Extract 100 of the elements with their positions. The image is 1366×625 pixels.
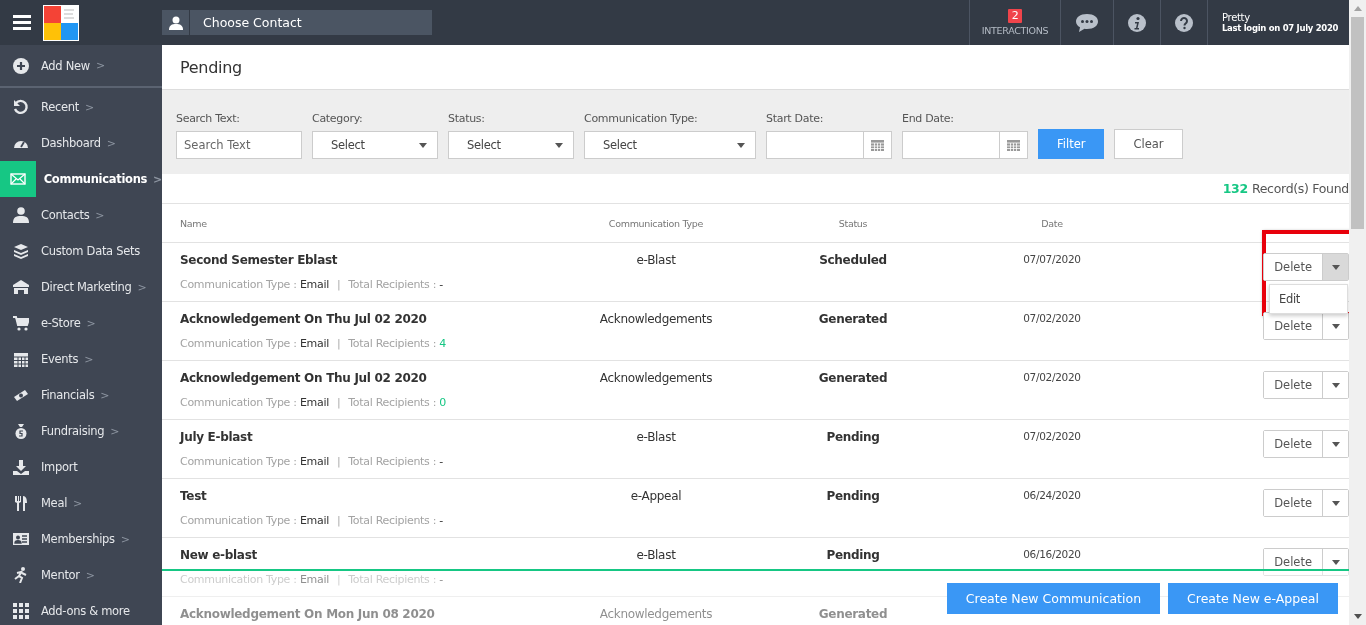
dropdown-toggle[interactable] bbox=[1323, 254, 1348, 280]
field-value: 4 bbox=[439, 337, 447, 350]
date-text: 07/02/2020 bbox=[1022, 312, 1082, 324]
field-value: Email bbox=[299, 573, 329, 586]
field-value: Email bbox=[299, 337, 329, 350]
status-text: Pending bbox=[825, 489, 881, 503]
column-header: Name bbox=[180, 217, 208, 229]
mail-icon bbox=[9, 171, 26, 187]
sidebar-item[interactable]: Direct Marketing > bbox=[0, 269, 162, 305]
field-value: - bbox=[439, 573, 443, 586]
building-icon bbox=[12, 279, 29, 295]
record-count: 132 bbox=[1222, 181, 1248, 196]
split-button[interactable]: Delete bbox=[1263, 312, 1349, 340]
banknote-icon bbox=[12, 387, 29, 403]
search-field[interactable]: Search Text bbox=[176, 131, 302, 159]
communication-name: New e-blast bbox=[180, 548, 258, 562]
separator: | bbox=[336, 278, 341, 291]
sidebar-item[interactable]: e-Store > bbox=[0, 305, 162, 341]
sidebar-item[interactable]: Dashboard > bbox=[0, 125, 162, 161]
contact-field[interactable]: Choose Contact bbox=[190, 10, 432, 35]
chevron-icon: > bbox=[84, 352, 94, 366]
select-dropdown[interactable]: Select bbox=[312, 131, 438, 159]
sidebar-item[interactable]: Events > bbox=[0, 341, 162, 377]
date-field[interactable] bbox=[902, 131, 1000, 159]
field-value: Email bbox=[299, 514, 329, 527]
caret-icon bbox=[1331, 382, 1340, 388]
split-button[interactable]: Delete bbox=[1263, 489, 1349, 517]
select-dropdown[interactable]: Select bbox=[448, 131, 574, 159]
help-icon[interactable] bbox=[1175, 13, 1193, 32]
chevron-icon: > bbox=[85, 568, 95, 582]
sidebar-item[interactable]: Add-ons & more bbox=[0, 593, 162, 625]
user-name[interactable]: Pretty bbox=[1222, 12, 1339, 23]
field-label: Search Text: bbox=[176, 112, 241, 125]
chevron-icon: > bbox=[137, 280, 147, 294]
table-cell-text: e-Appeal bbox=[629, 489, 683, 503]
records-label: Record(s) Found bbox=[1251, 181, 1349, 196]
sidebar-item[interactable]: Financials > bbox=[0, 377, 162, 413]
date-text: 07/02/2020 bbox=[1022, 430, 1082, 442]
field-value: - bbox=[439, 278, 443, 291]
field-label: Total Recipients : bbox=[348, 514, 438, 527]
field-label: Communication Type : bbox=[180, 514, 298, 527]
menu-icon[interactable] bbox=[12, 15, 31, 30]
status-text: Scheduled bbox=[818, 253, 888, 267]
select-dropdown[interactable]: Select bbox=[584, 131, 756, 159]
sidebar-item[interactable]: Import bbox=[0, 449, 162, 485]
field-label: Total Recipients : bbox=[348, 337, 438, 350]
clear-button[interactable]: Clear bbox=[1114, 129, 1183, 159]
sidebar-item[interactable]: Mentor > bbox=[0, 557, 162, 593]
chevron-icon: > bbox=[86, 316, 96, 330]
person-icon bbox=[12, 207, 29, 223]
date-text: 07/02/2020 bbox=[1022, 371, 1082, 383]
field-label: Category: bbox=[312, 112, 364, 125]
chat-icon[interactable] bbox=[1075, 12, 1099, 33]
communication-name: July E-blast bbox=[180, 430, 254, 444]
sidebar-item[interactable]: Recent > bbox=[0, 89, 162, 125]
scrollbar[interactable] bbox=[1349, 0, 1366, 625]
field-value: Email bbox=[299, 455, 329, 468]
info-icon[interactable] bbox=[1128, 13, 1146, 32]
money-bag-icon bbox=[12, 423, 29, 439]
logo-icon bbox=[43, 4, 79, 41]
plus-circle-icon bbox=[12, 57, 29, 74]
cart-icon bbox=[12, 315, 29, 331]
date-text: 06/16/2020 bbox=[1022, 548, 1082, 560]
table-cell-text: Acknowledgements bbox=[598, 312, 714, 326]
column-header: Communication Type bbox=[607, 217, 705, 229]
chevron-icon: > bbox=[95, 208, 105, 222]
split-button[interactable]: Delete bbox=[1263, 371, 1349, 399]
calendar-icon bbox=[1007, 139, 1020, 151]
chevron-icon: > bbox=[100, 388, 110, 402]
sidebar-item[interactable]: Add New > bbox=[0, 45, 162, 88]
split-button[interactable]: Delete bbox=[1263, 430, 1349, 458]
caret-icon bbox=[419, 142, 427, 148]
field-label: Communication Type : bbox=[180, 455, 298, 468]
sidebar-item[interactable]: Communications > bbox=[0, 161, 162, 197]
field-label: Communication Type : bbox=[180, 337, 298, 350]
sidebar-item[interactable]: Meal > bbox=[0, 485, 162, 521]
caret-icon bbox=[1331, 323, 1340, 329]
interactions-label[interactable]: INTERACTIONS bbox=[981, 25, 1049, 36]
menu-item[interactable]: Edit bbox=[1270, 285, 1347, 313]
scroll-down-icon[interactable] bbox=[1353, 614, 1362, 619]
date-field[interactable] bbox=[766, 131, 864, 159]
sidebar-item[interactable]: Memberships > bbox=[0, 521, 162, 557]
sidebar-item[interactable]: Custom Data Sets bbox=[0, 233, 162, 269]
sidebar-item[interactable]: Fundraising > bbox=[0, 413, 162, 449]
caret-icon bbox=[737, 142, 745, 148]
chevron-icon: > bbox=[73, 496, 82, 510]
count-badge: 2 bbox=[1007, 9, 1023, 23]
table-cell-text: e-Blast bbox=[635, 253, 677, 267]
field-label: Start Date: bbox=[766, 112, 825, 125]
calendar-button[interactable] bbox=[864, 131, 892, 159]
calendar-button[interactable] bbox=[1000, 131, 1028, 159]
table-cell-text: Acknowledgements bbox=[598, 371, 714, 385]
sidebar-item[interactable]: Contacts > bbox=[0, 197, 162, 233]
separator: | bbox=[336, 573, 341, 586]
date-text: 07/07/2020 bbox=[1022, 253, 1082, 265]
split-button[interactable]: Delete bbox=[1263, 548, 1349, 576]
split-button[interactable]: Delete bbox=[1263, 253, 1349, 281]
field-label: Total Recipients : bbox=[348, 396, 438, 409]
caret-icon bbox=[1331, 441, 1340, 447]
column-header: Status bbox=[837, 217, 869, 229]
